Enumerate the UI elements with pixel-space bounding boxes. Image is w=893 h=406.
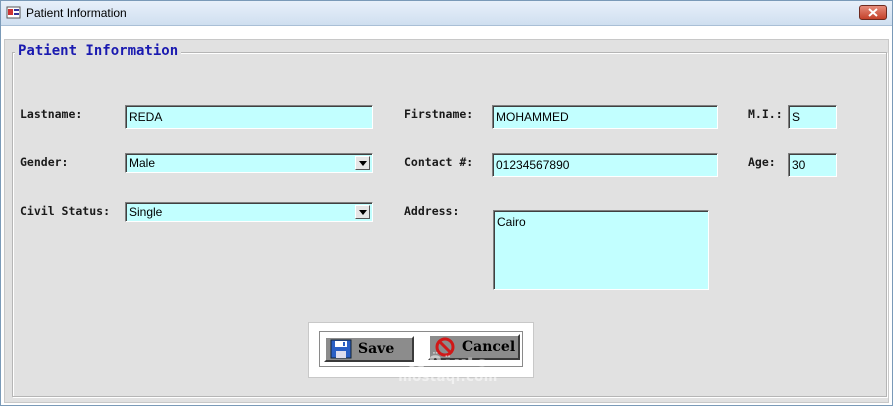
form-area: Patient Information Lastname: Firstname:… <box>4 39 889 403</box>
civil-status-value: Single <box>129 205 163 219</box>
firstname-field[interactable] <box>492 105 718 129</box>
age-label: Age: <box>748 155 776 169</box>
firstname-label: Firstname: <box>404 107 474 121</box>
watermark: مستقل mostaql.com <box>388 347 508 386</box>
watermark-arabic: مستقل <box>407 347 489 372</box>
window-title: Patient Information <box>26 6 127 20</box>
patient-information-window: Patient Information Patient Information … <box>0 0 893 406</box>
gender-dropdown-button[interactable] <box>355 156 370 170</box>
gender-select[interactable]: Male <box>125 153 373 173</box>
group-legend: Patient Information <box>15 43 182 59</box>
civil-status-dropdown-button[interactable] <box>355 205 370 219</box>
lastname-label: Lastname: <box>20 107 83 121</box>
address-label: Address: <box>404 204 460 218</box>
civil-status-select[interactable]: Single <box>125 202 373 222</box>
chevron-down-icon <box>358 209 367 215</box>
app-icon <box>6 6 21 19</box>
watermark-latin: mostaql.com <box>398 370 498 385</box>
gender-value: Male <box>129 156 156 170</box>
middle-initial-field[interactable] <box>788 105 837 129</box>
close-icon <box>868 8 878 17</box>
contact-label: Contact #: <box>404 155 474 169</box>
close-button[interactable] <box>859 5 887 20</box>
gender-label: Gender: <box>20 155 69 169</box>
mi-label: M.I.: <box>748 107 783 121</box>
floppy-disk-icon <box>330 339 352 359</box>
lastname-field[interactable] <box>125 105 373 129</box>
civil-status-label: Civil Status: <box>20 204 111 218</box>
title-bar[interactable]: Patient Information <box>1 1 892 26</box>
age-field[interactable] <box>788 153 837 177</box>
contact-field[interactable] <box>492 153 718 177</box>
chevron-down-icon <box>358 160 367 166</box>
address-field[interactable]: Cairo <box>493 210 709 290</box>
